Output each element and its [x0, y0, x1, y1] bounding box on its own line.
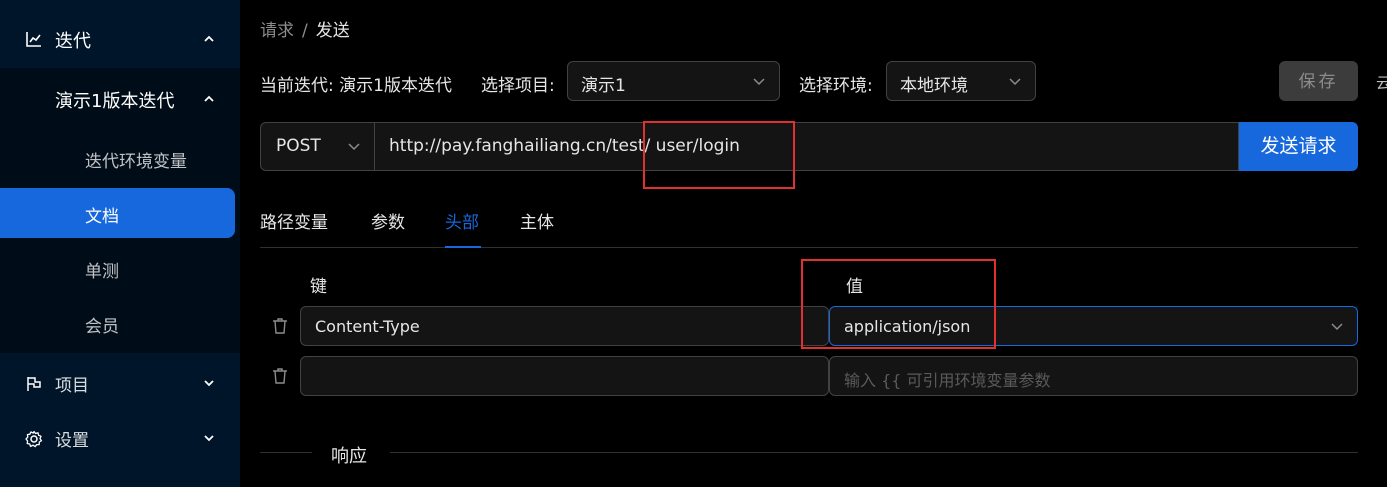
header-value-placeholder: 输入 {{ 可引用环境变量参数 — [844, 371, 1051, 390]
env-select-label: 选择环境: — [799, 76, 873, 96]
send-request-button[interactable]: 发送请求 — [1239, 122, 1358, 171]
env-select-value: 本地环境 — [900, 76, 968, 96]
delete-icon[interactable] — [272, 367, 288, 385]
response-title: 响应 — [331, 446, 367, 467]
chevron-down-icon — [1009, 78, 1021, 86]
sidebar-item-label: 会员 — [85, 317, 119, 337]
request-tabs: 路径变量 参数 头部 主体 — [260, 196, 1358, 248]
method-value: POST — [276, 136, 321, 156]
header-key-input-empty[interactable] — [300, 356, 829, 396]
chevron-up-icon — [204, 35, 214, 42]
menu-settings[interactable]: 设置 — [0, 413, 240, 463]
project-select-value: 演示1 — [581, 76, 626, 96]
sidebar-item-iteration-env[interactable]: 迭代环境变量 — [0, 133, 235, 183]
sidebar-item-unit-test[interactable]: 单测 — [0, 243, 235, 293]
chevron-down-icon — [753, 78, 765, 86]
gear-icon — [25, 430, 43, 448]
project-select-label: 选择项目: — [481, 76, 555, 96]
active-tab-indicator — [445, 246, 481, 248]
divider — [390, 452, 1358, 453]
env-select[interactable]: 本地环境 — [886, 61, 1036, 101]
iteration-submenu: 演示1版本迭代 迭代环境变量 文档 单测 会员 — [0, 68, 240, 353]
breadcrumb: 请求 / 发送 — [260, 16, 350, 41]
chevron-down-icon — [204, 435, 214, 442]
method-select[interactable]: POST — [260, 122, 375, 171]
flag-icon — [27, 377, 41, 391]
chevron-down-icon — [1331, 323, 1343, 331]
menu-project[interactable]: 项目 — [0, 358, 240, 408]
header-key-input[interactable]: Content-Type — [300, 306, 829, 346]
chevron-down-icon — [348, 143, 360, 151]
clipped-edge-text: 云 — [1376, 74, 1387, 92]
menu-iteration-label: 迭代 — [55, 31, 91, 52]
sidebar-item-label: 单测 — [85, 262, 119, 282]
menu-project-label: 项目 — [55, 376, 89, 396]
delete-icon[interactable] — [272, 317, 288, 335]
chevron-up-icon — [204, 95, 214, 102]
current-iteration-label: 当前迭代: 演示1版本迭代 — [260, 76, 452, 96]
sidebar: 迭代 演示1版本迭代 迭代环境变量 文档 单测 会员 项目 设置 — [0, 0, 240, 487]
sidebar-item-docs[interactable]: 文档 — [0, 188, 235, 238]
breadcrumb-current: 发送 — [315, 21, 350, 41]
line-chart-icon — [26, 32, 41, 47]
url-input[interactable]: http://pay.fanghailiang.cn/test/ user/lo… — [375, 122, 1239, 171]
submenu-demo-iteration[interactable]: 演示1版本迭代 — [0, 68, 240, 128]
sidebar-item-label: 文档 — [85, 207, 119, 227]
header-key-value: Content-Type — [315, 317, 420, 336]
sidebar-item-label: 迭代环境变量 — [85, 152, 187, 172]
header-value-input-empty[interactable]: 输入 {{ 可引用环境变量参数 — [829, 356, 1358, 396]
divider — [260, 452, 312, 453]
breadcrumb-separator: / — [302, 21, 308, 41]
tab-body[interactable]: 主体 — [520, 208, 554, 233]
chevron-down-icon — [204, 380, 214, 387]
save-button[interactable]: 保存 — [1279, 61, 1358, 101]
menu-settings-label: 设置 — [55, 431, 89, 451]
project-select[interactable]: 演示1 — [567, 61, 780, 101]
breadcrumb-request[interactable]: 请求 — [260, 21, 294, 41]
key-column-header: 键 — [310, 277, 327, 297]
tab-params[interactable]: 参数 — [371, 208, 405, 233]
highlight-box-header-value — [801, 259, 996, 349]
submenu-demo-iteration-label: 演示1版本迭代 — [55, 91, 175, 112]
tab-headers[interactable]: 头部 — [445, 208, 479, 233]
tab-path-variables[interactable]: 路径变量 — [260, 208, 328, 233]
sidebar-item-members[interactable]: 会员 — [0, 298, 235, 348]
menu-iteration[interactable]: 迭代 — [0, 10, 240, 68]
highlight-box-url-path — [643, 121, 795, 189]
